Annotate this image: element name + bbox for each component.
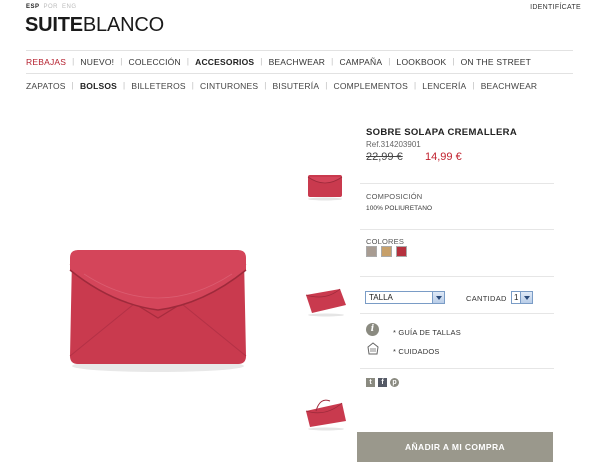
product-thumbnail-2[interactable] xyxy=(300,281,350,321)
logo-light-text: BLANCO xyxy=(82,14,164,36)
size-select[interactable]: TALLA xyxy=(365,291,445,304)
subnav-cinturones[interactable]: CINTURONES xyxy=(200,81,258,91)
product-thumbnail-1[interactable] xyxy=(300,169,350,209)
nav-separator: | xyxy=(452,57,455,66)
identify-link[interactable]: IDENTIFÍCATE xyxy=(530,4,581,11)
size-select-value: TALLA xyxy=(369,293,393,302)
subnav-bisuteria[interactable]: BISUTERÍA xyxy=(273,81,320,91)
nav-lookbook[interactable]: LOOKBOOK xyxy=(397,57,447,67)
size-guide-link[interactable]: * GUÍA DE TALLAS xyxy=(393,328,461,337)
nav-separator: | xyxy=(325,81,328,90)
nav-separator: | xyxy=(191,81,195,90)
sub-nav: ZAPATOS | BOLSOS | BILLETEROS | CINTURONES |… xyxy=(26,79,537,92)
divider xyxy=(360,313,554,314)
add-to-cart-button[interactable]: AÑADIR A MI COMPRA xyxy=(357,432,553,462)
quantity-select-value: 1 xyxy=(514,293,519,302)
divider xyxy=(360,276,554,277)
colors-label: COLORES xyxy=(366,237,405,246)
language-eng[interactable]: ENG xyxy=(62,4,77,10)
subnav-beachwear[interactable]: BEACHWEAR xyxy=(481,81,538,91)
nav-separator: | xyxy=(72,57,75,66)
divider xyxy=(26,73,573,74)
nav-accesorios[interactable]: ACCESORIOS xyxy=(195,57,254,67)
nav-campana[interactable]: CAMPAÑA xyxy=(339,57,382,67)
nav-separator: | xyxy=(120,57,123,66)
facebook-icon[interactable]: f xyxy=(378,378,387,387)
old-price: 22,99 € xyxy=(366,151,403,163)
product-title: SOBRE SOLAPA CREMALLERA xyxy=(366,127,517,138)
quantity-label: CANTIDAD xyxy=(466,294,507,303)
chevron-down-icon[interactable] xyxy=(432,292,444,303)
nav-separator: | xyxy=(414,81,417,90)
subnav-lenceria[interactable]: LENCERÍA xyxy=(422,81,466,91)
nav-rebajas[interactable]: REBAJAS xyxy=(26,57,66,67)
sale-price: 14,99 € xyxy=(425,151,462,163)
twitter-icon[interactable]: t xyxy=(366,378,375,387)
quantity-select[interactable]: 1 xyxy=(511,291,533,304)
divider xyxy=(360,183,554,184)
nav-separator: | xyxy=(186,57,190,66)
care-label-icon[interactable] xyxy=(366,342,380,356)
nav-separator: | xyxy=(331,57,334,66)
color-swatch-tan[interactable] xyxy=(381,246,392,257)
product-reference: Ref.314203901 xyxy=(366,140,421,149)
color-swatch-taupe[interactable] xyxy=(366,246,377,257)
divider xyxy=(360,368,554,369)
subnav-bolsos[interactable]: BOLSOS xyxy=(80,81,117,91)
nav-coleccion[interactable]: COLECCIÓN xyxy=(129,57,181,67)
divider xyxy=(360,229,554,230)
subnav-billeteros[interactable]: BILLETEROS xyxy=(131,81,185,91)
logo-bold-text: SUITE xyxy=(25,14,83,36)
nav-beachwear[interactable]: BEACHWEAR xyxy=(269,57,326,67)
color-swatch-red[interactable] xyxy=(396,246,407,257)
nav-on-the-street[interactable]: ON THE STREET xyxy=(461,57,531,67)
care-link[interactable]: * CUIDADOS xyxy=(393,347,440,356)
nav-separator: | xyxy=(264,81,267,90)
subnav-complementos[interactable]: COMPLEMENTOS xyxy=(333,81,408,91)
composition-label: COMPOSICIÓN xyxy=(366,192,423,201)
main-nav: REBAJAS | NUEVO! | COLECCIÓN | ACCESORIOS | … xyxy=(26,55,566,68)
top-bar: ESP POR ENG IDENTIFÍCATE xyxy=(0,0,589,14)
language-selector: ESP POR ENG xyxy=(26,4,81,10)
divider xyxy=(26,50,573,51)
nav-separator: | xyxy=(71,81,74,90)
nav-separator: | xyxy=(260,57,263,66)
composition-value: 100% POLIURETANO xyxy=(366,205,433,212)
nav-separator: | xyxy=(472,81,475,90)
language-esp[interactable]: ESP xyxy=(26,4,40,10)
brand-logo[interactable]: SUITEBLANCO xyxy=(25,14,164,37)
product-main-image[interactable] xyxy=(64,244,252,376)
nav-nuevo[interactable]: NUEVO! xyxy=(80,57,114,67)
subnav-zapatos[interactable]: ZAPATOS xyxy=(26,81,66,91)
pinterest-icon[interactable]: p xyxy=(390,378,399,387)
nav-separator: | xyxy=(123,81,126,90)
info-icon[interactable]: i xyxy=(366,323,379,336)
product-thumbnail-3[interactable] xyxy=(300,393,350,433)
chevron-down-icon[interactable] xyxy=(520,292,532,303)
language-por[interactable]: POR xyxy=(44,4,59,10)
nav-separator: | xyxy=(388,57,391,66)
